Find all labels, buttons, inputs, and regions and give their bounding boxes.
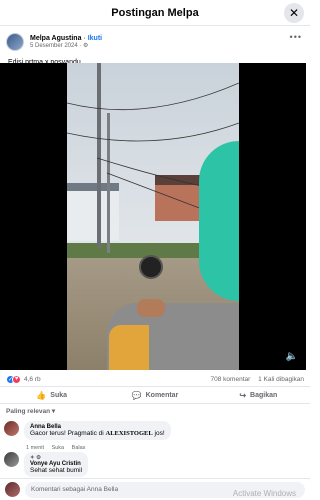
author-name[interactable]: Melpa Agustina <box>30 35 81 42</box>
share-label: Bagikan <box>250 391 278 399</box>
comment-bubble: Anna Bella Gacor terus! Pragmatic di ALE… <box>24 421 171 440</box>
comment-button[interactable]: 💬 Komentar <box>103 387 206 403</box>
chevron-down-icon: ▾ <box>51 408 56 415</box>
close-icon[interactable]: ✕ <box>284 3 304 23</box>
more-options-icon[interactable]: ••• <box>290 32 302 42</box>
privacy-icon: ⚙ <box>83 42 89 49</box>
video-frame <box>67 63 239 370</box>
comment-like-button[interactable]: Suka <box>52 445 65 451</box>
reactions-count[interactable]: 4,6 rb <box>24 376 41 383</box>
follow-button[interactable]: Ikuti <box>88 35 102 42</box>
post-actions: 👍 Suka 💬 Komentar ↪ Bagikan <box>0 386 310 404</box>
dialog-title: Postingan Melpa <box>111 6 199 19</box>
commenter-avatar[interactable] <box>4 452 19 467</box>
comment-label: Komentar <box>145 391 179 399</box>
comment-item: ✦ ⚙ Vonye Ayu Cristin Sehat sehat bumil <box>4 452 89 477</box>
comment-bold-text: ALEXISTOGEL <box>105 430 153 437</box>
comment-text: Sehat sehat bumil <box>30 467 83 474</box>
author-avatar[interactable] <box>6 33 24 51</box>
comment-time[interactable]: 1 menit <box>26 445 44 451</box>
comment-item: Anna Bella Gacor terus! Pragmatic di ALE… <box>4 421 171 440</box>
dialog-header: Postingan Melpa ✕ <box>0 0 310 26</box>
comment-sort-dropdown[interactable]: Paling relevan ▾ <box>6 407 55 415</box>
comment-reply-button[interactable]: Balas <box>72 445 86 451</box>
activate-windows-watermark: Activate Windows <box>232 489 296 498</box>
like-button[interactable]: 👍 Suka <box>0 387 103 403</box>
share-icon: ↪ <box>239 390 247 400</box>
comment-bubble: ✦ ⚙ Vonye Ayu Cristin Sehat sehat bumil <box>24 452 89 477</box>
like-label: Suka <box>50 391 68 399</box>
sort-label: Paling relevan <box>6 408 51 415</box>
love-reaction-icon: ♥ <box>12 374 21 384</box>
post-header: Melpa Agustina · Ikuti 5 Desember 2024 ·… <box>0 26 310 54</box>
post-date[interactable]: 5 Desember 2024 <box>30 43 78 49</box>
reaction-icons[interactable]: ✓ ♥ <box>6 374 21 384</box>
volume-icon[interactable]: 🔈 <box>286 351 298 362</box>
commenter-avatar[interactable] <box>4 421 19 436</box>
comment-icon: 💬 <box>131 390 142 400</box>
comments-count[interactable]: 708 komentar <box>211 376 251 383</box>
thumbs-up-icon: 👍 <box>36 390 47 400</box>
current-user-avatar <box>5 482 20 497</box>
shares-count[interactable]: 1 Kali dibagikan <box>258 376 304 383</box>
comment-meta: 1 menit Suka Balas <box>26 445 85 451</box>
video-player[interactable]: 🔈 <box>0 63 306 370</box>
share-button[interactable]: ↪ Bagikan <box>207 387 310 403</box>
author-block: Melpa Agustina · Ikuti 5 Desember 2024 ·… <box>30 35 102 50</box>
comment-text: Gacor terus! Pragmatic di ALEXISTOGEL jo… <box>30 430 165 437</box>
post-stats: ✓ ♥ 4,6 rb 708 komentar 1 Kali dibagikan <box>0 372 310 386</box>
